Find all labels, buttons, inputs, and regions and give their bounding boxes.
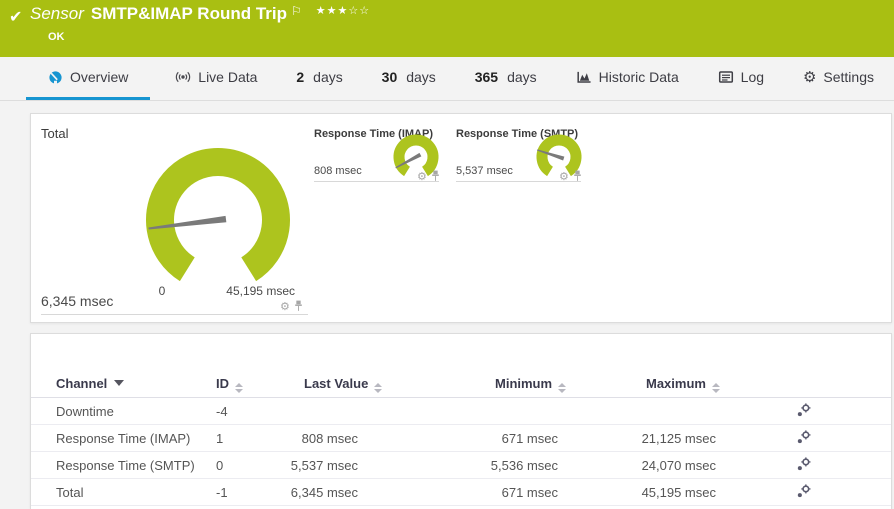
sort-icon bbox=[235, 383, 243, 393]
table-row[interactable]: Downtime -4 bbox=[31, 398, 891, 425]
gauge-imap-value: 808 msec bbox=[314, 165, 362, 177]
cell-last-value: 6,345 msec bbox=[290, 485, 358, 500]
tab-live-data[interactable]: Live Data bbox=[161, 57, 271, 100]
gauge-total-value: 6,345 msec bbox=[41, 293, 114, 309]
sort-desc-icon bbox=[114, 380, 125, 386]
gauge-smtp-divider bbox=[456, 181, 581, 182]
cell-maximum: 45,195 msec bbox=[641, 485, 716, 500]
cell-maximum: 21,125 msec bbox=[641, 431, 716, 446]
gauge-total-settings-gear-icon[interactable]: ⚙ bbox=[280, 301, 290, 312]
column-header-channel[interactable]: Channel bbox=[56, 376, 125, 391]
tab-30-days-label: days bbox=[406, 69, 436, 85]
log-list-icon bbox=[718, 71, 733, 83]
tab-log-label: Log bbox=[740, 69, 765, 85]
tab-settings[interactable]: ⚙ Settings bbox=[789, 57, 888, 100]
cell-minimum: 5,536 msec bbox=[490, 458, 558, 473]
priority-stars[interactable]: ★★★☆☆ bbox=[316, 4, 370, 17]
cell-channel: Downtime bbox=[56, 404, 114, 419]
edit-channel-icon[interactable] bbox=[796, 403, 811, 418]
edit-channel-icon[interactable] bbox=[796, 457, 811, 472]
page-title: SMTP&IMAP Round Trip bbox=[90, 4, 287, 23]
cell-channel: Response Time (SMTP) bbox=[56, 458, 195, 473]
tab-2-days[interactable]: 2 days bbox=[282, 57, 356, 100]
gauge-total-max-label: 45,195 msec bbox=[226, 284, 295, 298]
cell-id: -1 bbox=[216, 485, 228, 500]
gauge-smtp-settings-gear-icon[interactable]: ⚙ bbox=[559, 171, 569, 182]
live-data-icon bbox=[176, 71, 191, 83]
gear-icon: ⚙ bbox=[802, 68, 817, 86]
cell-last-value: 5,537 msec bbox=[290, 458, 358, 473]
tab-overview[interactable]: Overview bbox=[26, 57, 151, 100]
sort-icon bbox=[374, 383, 383, 393]
gauge-imap-divider bbox=[314, 181, 439, 182]
cell-channel: Total bbox=[56, 485, 84, 500]
flag-icon[interactable]: ⚐ bbox=[291, 4, 302, 18]
edit-channel-icon[interactable] bbox=[796, 484, 811, 499]
tab-30-days[interactable]: 30 days bbox=[368, 57, 450, 100]
status-badge: OK bbox=[48, 31, 65, 43]
channel-table-panel: Channel ID Last Value Minimum Maximum Do… bbox=[30, 333, 892, 509]
tab-settings-label: Settings bbox=[823, 69, 874, 85]
sort-icon bbox=[711, 383, 720, 393]
column-header-id[interactable]: ID bbox=[216, 376, 243, 393]
area-chart-icon bbox=[577, 71, 591, 83]
cell-id: 1 bbox=[216, 431, 224, 446]
sort-icon bbox=[558, 383, 567, 393]
sensor-header: ✔ Sensor SMTP&IMAP Round Trip ⚐ ★★★☆☆ OK bbox=[0, 0, 894, 57]
gauge-total-divider bbox=[41, 314, 308, 315]
cell-id: -4 bbox=[216, 404, 228, 419]
tab-overview-label: Overview bbox=[70, 69, 129, 85]
tab-365-days-label: days bbox=[507, 69, 537, 85]
tab-365-days[interactable]: 365 days bbox=[461, 57, 551, 100]
tab-2-days-number: 2 bbox=[296, 69, 305, 85]
cell-id: 0 bbox=[216, 458, 224, 473]
table-row[interactable]: Response Time (SMTP) 0 5,537 msec 5,536 … bbox=[31, 452, 891, 479]
table-row[interactable]: Response Time (IMAP) 1 808 msec 671 msec… bbox=[31, 425, 891, 452]
column-header-last-value[interactable]: Last Value bbox=[304, 376, 383, 393]
gauge-smtp-value: 5,537 msec bbox=[456, 165, 513, 177]
channel-table-header: Channel ID Last Value Minimum Maximum bbox=[31, 370, 891, 398]
sensor-kind-label: Sensor bbox=[30, 4, 84, 23]
cell-channel: Response Time (IMAP) bbox=[56, 431, 191, 446]
cell-minimum: 671 msec bbox=[501, 485, 558, 500]
overview-panel: Total 0 45,195 msec 6,345 msec ⚙ Respons… bbox=[30, 113, 892, 323]
edit-channel-icon[interactable] bbox=[796, 430, 811, 445]
table-row[interactable]: Total -1 6,345 msec 671 msec 45,195 msec bbox=[31, 479, 891, 506]
cell-maximum: 24,070 msec bbox=[641, 458, 716, 473]
tab-365-days-number: 365 bbox=[474, 69, 499, 85]
gauge-total-title: Total bbox=[41, 126, 69, 141]
tab-log[interactable]: Log bbox=[704, 57, 778, 100]
gauge-icon bbox=[49, 70, 62, 85]
cell-last-value: 808 msec bbox=[301, 431, 358, 446]
gauge-total-pin-icon[interactable] bbox=[294, 300, 303, 312]
tab-historic-data-label: Historic Data bbox=[598, 69, 679, 85]
tab-30-days-number: 30 bbox=[381, 69, 398, 85]
gauge-imap-settings-gear-icon[interactable]: ⚙ bbox=[417, 171, 427, 182]
tab-live-data-label: Live Data bbox=[198, 69, 258, 85]
gauge-total-min-label: 0 bbox=[158, 284, 166, 298]
column-header-minimum[interactable]: Minimum bbox=[495, 376, 567, 393]
tab-historic-data[interactable]: Historic Data bbox=[562, 57, 693, 100]
tab-bar: Overview Live Data 2 days 30 days 365 da… bbox=[0, 57, 894, 101]
cell-minimum: 671 msec bbox=[501, 431, 558, 446]
gauge-total bbox=[146, 148, 290, 282]
tab-2-days-label: days bbox=[313, 69, 343, 85]
status-ok-check-icon: ✔ bbox=[9, 7, 23, 26]
column-header-maximum[interactable]: Maximum bbox=[646, 376, 720, 393]
